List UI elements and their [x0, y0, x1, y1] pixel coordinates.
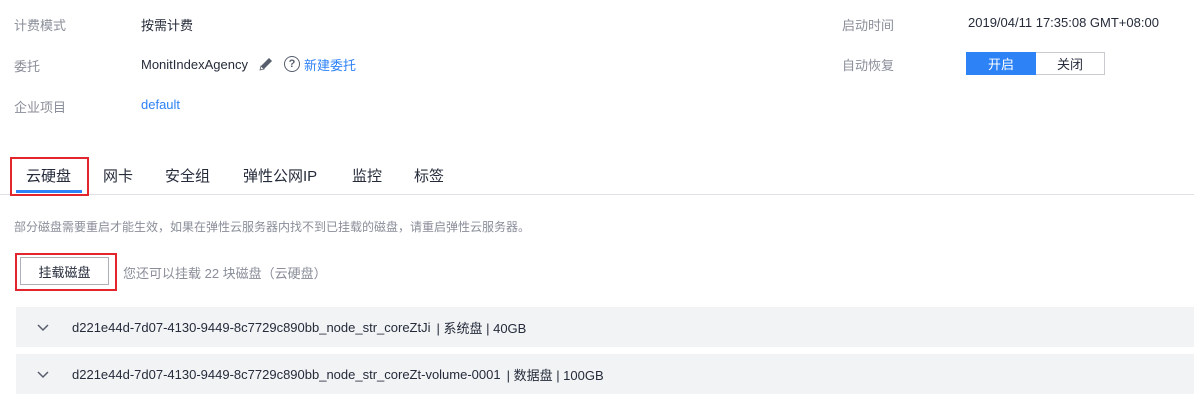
disk-meta: | 数据盘 | 100GB: [506, 367, 604, 383]
billing-mode-label: 计费模式: [14, 18, 67, 33]
tab-highlight-box: [10, 157, 89, 196]
tab-nic[interactable]: 网卡: [103, 165, 133, 186]
tab-eip[interactable]: 弹性公网IP: [243, 165, 317, 186]
launch-time-label: 启动时间: [842, 18, 895, 33]
chevron-down-icon[interactable]: [36, 367, 50, 381]
tab-security-group[interactable]: 安全组: [165, 165, 210, 186]
question-icon[interactable]: ?: [283, 56, 300, 72]
enterprise-project-link[interactable]: default: [141, 97, 180, 112]
chevron-down-icon[interactable]: [36, 320, 50, 334]
pencil-icon[interactable]: [258, 56, 274, 72]
disk-name: d221e44d-7d07-4130-9449-8c7729c890bb_nod…: [72, 319, 431, 335]
tab-tags[interactable]: 标签: [414, 165, 444, 186]
tab-bar: 云硬盘 网卡 安全组 弹性公网IP 监控 标签: [0, 158, 1194, 195]
agency-value: MonitIndexAgency: [141, 56, 248, 72]
agency-row: MonitIndexAgency ? 新建委托: [141, 55, 356, 73]
restart-hint: 部分磁盘需要重启才能生效，如果在弹性云服务器内找不到已挂载的磁盘，请重启弹性云服…: [14, 220, 531, 234]
auto-recovery-off-button[interactable]: 关闭: [1036, 53, 1104, 74]
agency-label: 委托: [14, 59, 41, 74]
mount-highlight-box: [15, 253, 117, 291]
mount-remaining-note: 您还可以挂载 22 块磁盘（云硬盘）: [123, 266, 327, 281]
new-agency-link[interactable]: 新建委托: [304, 55, 356, 74]
disk-row[interactable]: d221e44d-7d07-4130-9449-8c7729c890bb_nod…: [16, 307, 1194, 347]
tab-monitoring[interactable]: 监控: [352, 165, 382, 186]
launch-time-value: 2019/04/11 17:35:08 GMT+08:00: [968, 15, 1159, 30]
disk-name: d221e44d-7d07-4130-9449-8c7729c890bb_nod…: [72, 366, 501, 382]
disk-row[interactable]: d221e44d-7d07-4130-9449-8c7729c890bb_nod…: [16, 354, 1194, 394]
billing-mode-value: 按需计费: [141, 18, 194, 33]
auto-recovery-on-button[interactable]: 开启: [966, 52, 1036, 75]
auto-recovery-toggle: 开启 关闭: [966, 52, 1105, 75]
enterprise-project-label: 企业项目: [14, 100, 67, 115]
disk-meta: | 系统盘 | 40GB: [436, 320, 527, 336]
auto-recovery-label: 自动恢复: [842, 58, 895, 73]
